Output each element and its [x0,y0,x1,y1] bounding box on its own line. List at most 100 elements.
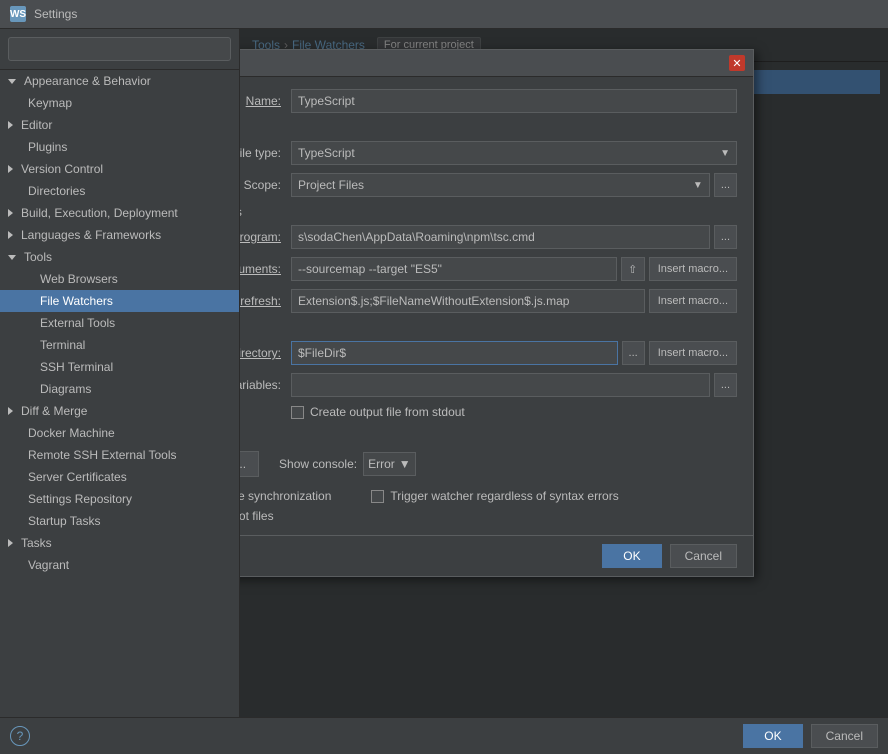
sidebar-item-appearance[interactable]: Appearance & Behavior [0,70,239,92]
output-insert-macro-button[interactable]: Insert macro... [649,289,737,313]
watcher-settings-section: Watcher Settings [240,205,737,219]
working-dir-row: Working directory: ... Insert macro... [240,341,737,365]
arguments-insert-icon-button[interactable]: ⇧ [621,257,645,281]
sidebar-item-web-browsers[interactable]: Web Browsers [0,268,239,290]
sidebar-item-label: SSH Terminal [40,360,113,374]
title-bar: WS Settings [0,0,888,29]
working-dir-control: ... Insert macro... [291,341,737,365]
working-dir-browse-button[interactable]: ... [622,341,645,365]
file-type-control: TypeScript ▼ [291,141,737,165]
file-type-value: TypeScript [298,146,355,160]
sidebar-item-label: Docker Machine [28,426,115,440]
sidebar-item-languages[interactable]: Languages & Frameworks [0,224,239,246]
sidebar-item-diff-merge[interactable]: Diff & Merge [0,400,239,422]
immediate-sync-row: Immediate file synchronization [240,489,331,503]
cancel-button[interactable]: Cancel [670,544,737,568]
env-vars-browse-button[interactable]: ... [714,373,737,397]
file-type-select[interactable]: TypeScript ▼ [291,141,737,165]
scope-value: Project Files [298,178,364,192]
working-dir-label: Working directory: [240,346,291,360]
sidebar-item-directories[interactable]: Directories [0,180,239,202]
sidebar-item-label: Keymap [28,96,72,110]
sidebar-item-terminal[interactable]: Terminal [0,334,239,356]
arguments-input[interactable] [291,257,617,281]
scope-label: Scope: [240,178,291,192]
search-input[interactable] [8,37,231,61]
bottom-cancel-button[interactable]: Cancel [811,724,878,748]
scope-more-button[interactable]: ... [714,173,737,197]
sidebar-item-version-control[interactable]: Version Control [0,158,239,180]
sidebar-item-server-certs[interactable]: Server Certificates [0,466,239,488]
sidebar-item-file-watchers[interactable]: File Watchers [0,290,239,312]
sidebar-item-label: Diff & Merge [21,404,87,418]
output-filters-button[interactable]: Output Filters... [240,451,259,477]
other-options-toggle[interactable]: Other Options [240,321,737,335]
sidebar-item-diagrams[interactable]: Diagrams [0,378,239,400]
track-root-row: Track only root files [240,509,737,523]
main-content: Appearance & Behavior Keymap Editor Plug… [0,29,888,717]
ok-button[interactable]: OK [602,544,661,568]
program-control: ... [291,225,737,249]
sidebar-item-keymap[interactable]: Keymap [0,92,239,114]
env-vars-input[interactable] [291,373,710,397]
env-vars-row: Environment variables: ... [240,373,737,397]
immediate-sync-label: Immediate file synchronization [240,489,331,503]
dialog-body: Name: Watched Files File type: TypeScrip… [240,77,753,535]
options-section: Options Output Filters... Show console: … [240,429,737,523]
dialog-close-button[interactable]: ✕ [729,55,745,71]
dialog-title-bar: WS Edit Watcher ✕ [240,50,753,77]
expand-icon [8,79,16,84]
sidebar-item-tools[interactable]: Tools [0,246,239,268]
expand-icon [8,165,13,173]
name-row: Name: [240,89,737,113]
working-dir-insert-macro-button[interactable]: Insert macro... [649,341,737,365]
sidebar-item-label: Diagrams [40,382,91,396]
program-input[interactable] [291,225,710,249]
sidebar-item-settings-repo[interactable]: Settings Repository [0,488,239,510]
output-paths-row: Output paths to refresh: Insert macro... [240,289,737,313]
scope-select[interactable]: Project Files ▼ [291,173,710,197]
output-paths-input[interactable] [291,289,645,313]
sidebar-item-external-tools[interactable]: External Tools [0,312,239,334]
sidebar-item-label: Terminal [40,338,85,352]
sidebar-item-vagrant[interactable]: Vagrant [0,554,239,576]
bottom-buttons: OK Cancel [743,724,878,748]
trigger-checkbox[interactable] [371,490,384,503]
show-console-select[interactable]: Error ▼ [363,452,416,476]
sidebar-item-startup-tasks[interactable]: Startup Tasks [0,510,239,532]
sidebar-item-label: External Tools [40,316,115,330]
sidebar-item-plugins[interactable]: Plugins [0,136,239,158]
bottom-ok-button[interactable]: OK [743,724,802,748]
program-label: Program: [240,230,291,244]
sidebar-item-build[interactable]: Build, Execution, Deployment [0,202,239,224]
sidebar-item-remote-ssh[interactable]: Remote SSH External Tools [0,444,239,466]
window-title: Settings [34,7,77,21]
sidebar-item-label: File Watchers [40,294,113,308]
console-value: Error [368,457,395,471]
sidebar-item-ssh-terminal[interactable]: SSH Terminal [0,356,239,378]
arguments-insert-macro-button[interactable]: Insert macro... [649,257,737,281]
bottom-help-icon[interactable]: ? [10,726,30,746]
name-label: Name: [240,94,291,108]
watched-files-section: Watched Files [240,121,737,135]
expand-icon [8,539,13,547]
sidebar-item-tasks[interactable]: Tasks [0,532,239,554]
expand-icon [8,407,13,415]
create-output-checkbox[interactable] [291,406,304,419]
edit-watcher-dialog: WS Edit Watcher ✕ Name: Watched F [240,49,754,577]
sidebar-item-label: Directories [28,184,85,198]
trigger-label: Trigger watcher regardless of syntax err… [390,489,618,503]
create-output-row: Create output file from stdout [240,405,737,419]
sidebar-item-editor[interactable]: Editor [0,114,239,136]
sidebar-item-label: Web Browsers [40,272,118,286]
sidebar-item-docker-machine[interactable]: Docker Machine [0,422,239,444]
name-input[interactable] [291,89,737,113]
bottom-bar: ? OK Cancel [0,717,888,754]
track-root-label: Track only root files [240,509,274,523]
file-type-label: File type: [240,146,291,160]
working-dir-input[interactable] [291,341,618,365]
show-console-row: Show console: Error ▼ [279,452,416,476]
program-browse-button[interactable]: ... [714,225,737,249]
sidebar-item-label: Build, Execution, Deployment [21,206,178,220]
arguments-row: Arguments: ⇧ Insert macro... [240,257,737,281]
